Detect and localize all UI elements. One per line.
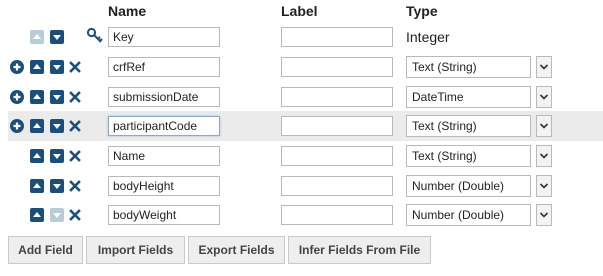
field-label-input[interactable]: [281, 57, 393, 77]
move-down-icon: [50, 208, 64, 222]
field-row: Number (Double): [0, 200, 603, 230]
remove-field-icon[interactable]: [68, 208, 82, 222]
field-label-input[interactable]: [281, 87, 393, 107]
infer-fields-from-file-button[interactable]: Infer Fields From File: [288, 236, 431, 264]
move-down-icon[interactable]: [50, 149, 64, 163]
field-label-input[interactable]: [281, 146, 393, 166]
field-row: Integer: [0, 22, 603, 52]
chevron-down-icon[interactable]: [536, 115, 552, 137]
field-row: Number (Double): [0, 171, 603, 201]
field-name-input[interactable]: [108, 146, 220, 166]
add-field-after-icon[interactable]: [10, 90, 24, 104]
move-up-icon[interactable]: [30, 60, 44, 74]
field-name-input[interactable]: [108, 205, 220, 225]
move-up-icon[interactable]: [30, 179, 44, 193]
field-type-select[interactable]: Text (String): [406, 145, 531, 167]
export-fields-button[interactable]: Export Fields: [188, 236, 285, 264]
field-type-select[interactable]: DateTime: [406, 86, 531, 108]
remove-field-icon[interactable]: [68, 119, 82, 133]
field-type-select[interactable]: Number (Double): [406, 204, 531, 226]
field-name-input[interactable]: [108, 176, 220, 196]
column-header-type: Type: [406, 3, 438, 19]
add-field-after-icon[interactable]: [10, 119, 24, 133]
field-type-select[interactable]: Number (Double): [406, 175, 531, 197]
field-name-input[interactable]: [108, 87, 220, 107]
field-type-select[interactable]: Text (String): [406, 115, 531, 137]
field-name-input[interactable]: [108, 116, 220, 136]
column-header-label: Label: [281, 3, 318, 19]
remove-field-icon[interactable]: [68, 90, 82, 104]
move-up-icon[interactable]: [30, 90, 44, 104]
move-down-icon[interactable]: [50, 119, 64, 133]
field-row: DateTime: [0, 82, 603, 112]
remove-field-icon[interactable]: [68, 179, 82, 193]
field-type-text: Integer: [406, 29, 450, 45]
add-field-after-icon[interactable]: [10, 60, 24, 74]
field-name-input[interactable]: [108, 27, 220, 47]
field-label-input[interactable]: [281, 27, 393, 47]
move-up-icon: [30, 30, 44, 44]
column-header: Name Label Type: [0, 0, 603, 22]
chevron-down-icon[interactable]: [536, 175, 552, 197]
field-row: Text (String): [0, 141, 603, 171]
move-down-icon[interactable]: [50, 179, 64, 193]
move-up-icon[interactable]: [30, 208, 44, 222]
import-fields-button[interactable]: Import Fields: [86, 236, 185, 264]
move-up-icon[interactable]: [30, 149, 44, 163]
primary-key-icon: [86, 27, 104, 45]
move-down-icon[interactable]: [50, 30, 64, 44]
move-down-icon[interactable]: [50, 90, 64, 104]
move-up-icon[interactable]: [30, 119, 44, 133]
field-type-select[interactable]: Text (String): [406, 56, 531, 78]
chevron-down-icon[interactable]: [536, 56, 552, 78]
remove-field-icon[interactable]: [68, 60, 82, 74]
chevron-down-icon[interactable]: [536, 204, 552, 226]
remove-field-icon[interactable]: [68, 149, 82, 163]
field-row: Text (String): [8, 111, 603, 141]
column-header-name: Name: [108, 3, 147, 19]
field-row: Text (String): [0, 52, 603, 82]
chevron-down-icon[interactable]: [536, 86, 552, 108]
field-label-input[interactable]: [281, 205, 393, 225]
field-label-input[interactable]: [281, 176, 393, 196]
field-name-input[interactable]: [108, 57, 220, 77]
move-down-icon[interactable]: [50, 60, 64, 74]
chevron-down-icon[interactable]: [536, 145, 552, 167]
field-label-input[interactable]: [281, 116, 393, 136]
add-field-button[interactable]: Add Field: [8, 236, 83, 264]
